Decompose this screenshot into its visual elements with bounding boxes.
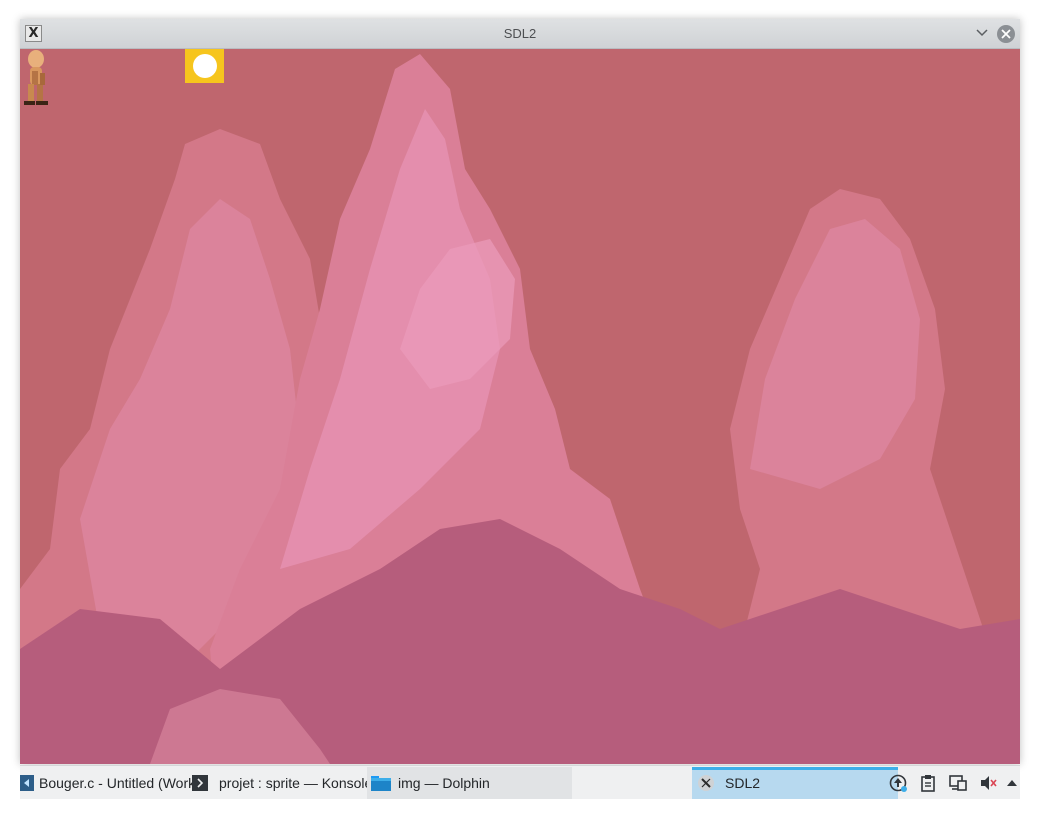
task-sdl2[interactable]: SDL2 (692, 767, 898, 799)
task-label: SDL2 (725, 775, 761, 791)
window-titlebar[interactable]: X SDL2 (20, 19, 1020, 49)
task-bouger-c[interactable]: Bouger.c - Untitled (Workspace) (20, 767, 196, 799)
expand-tray-icon[interactable] (1006, 774, 1018, 792)
game-canvas[interactable] (20, 49, 1020, 764)
x-app-icon (698, 775, 714, 791)
task-dolphin[interactable]: img — Dolphin (367, 767, 572, 799)
volume-muted-icon[interactable] (979, 774, 997, 792)
close-button[interactable] (997, 25, 1015, 43)
taskbar: Bouger.c - Untitled (Workspace) projet :… (20, 765, 1020, 799)
chevron-down-icon[interactable] (974, 25, 990, 41)
folder-icon (371, 776, 391, 791)
updates-icon[interactable] (889, 774, 907, 792)
terminal-icon (192, 775, 208, 791)
sun-icon (193, 54, 217, 78)
cloud-background (20, 54, 1020, 764)
clipboard-icon[interactable] (919, 774, 937, 792)
task-label: projet : sprite — Konsole (219, 775, 367, 791)
sun-tile (185, 49, 224, 83)
network-icon[interactable] (949, 774, 967, 792)
task-label: img — Dolphin (398, 775, 490, 791)
kate-editor-icon (20, 775, 34, 791)
sdl2-window: X SDL2 (20, 19, 1020, 764)
task-label: Bouger.c - Untitled (Workspace) (39, 775, 196, 791)
player-sprite[interactable] (20, 49, 52, 109)
window-title: SDL2 (503, 26, 537, 41)
close-icon (1001, 29, 1011, 39)
task-konsole[interactable]: projet : sprite — Konsole (192, 767, 367, 799)
